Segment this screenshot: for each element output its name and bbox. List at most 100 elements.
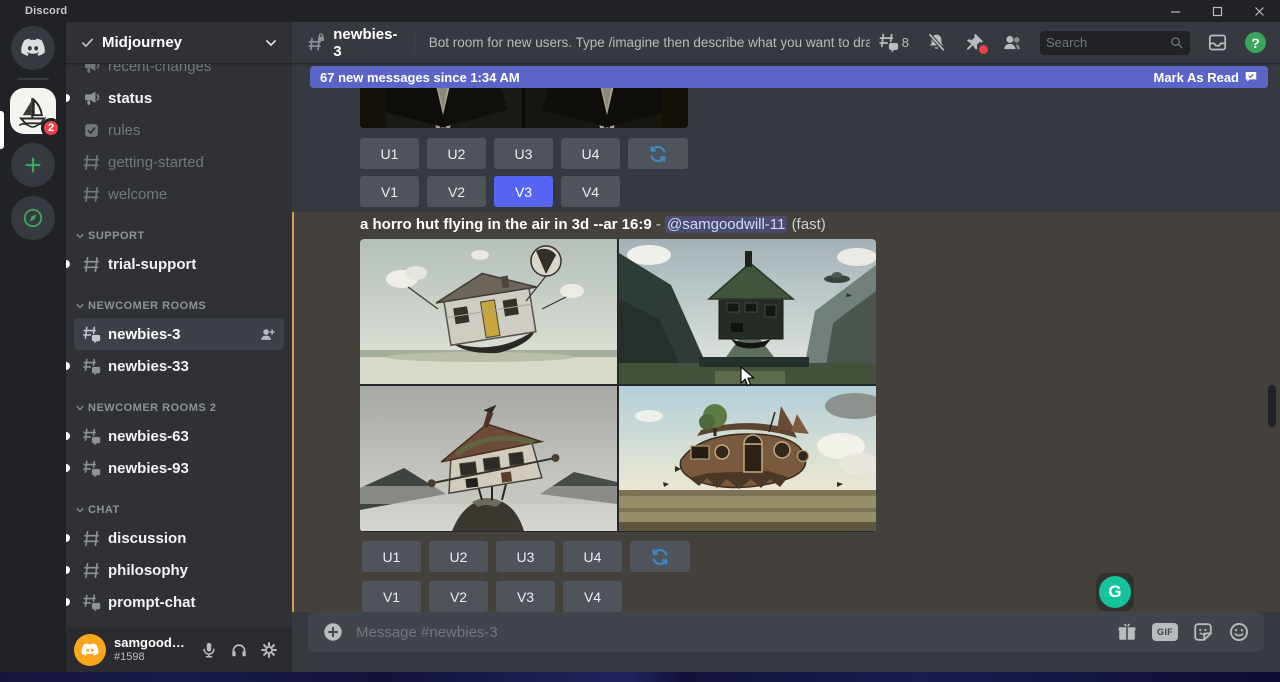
sidebar-item-newbies-93[interactable]: newbies-93: [74, 452, 284, 484]
server-rail: 2: [0, 22, 66, 672]
sticker-picker-button[interactable]: [1192, 621, 1214, 643]
image-airship-house[interactable]: [619, 386, 876, 531]
sidebar-item-newbies-33[interactable]: newbies-33: [74, 350, 284, 382]
inbox-button[interactable]: [1207, 32, 1228, 53]
u1-button[interactable]: U1: [360, 138, 419, 169]
message-input-bar[interactable]: GIF: [308, 612, 1264, 652]
pinned-messages-button[interactable]: [964, 32, 985, 53]
v2-button[interactable]: V2: [427, 176, 486, 207]
gif-picker-button[interactable]: GIF: [1152, 623, 1178, 641]
emoji-picker-button[interactable]: [1228, 621, 1250, 643]
category-newcomer-rooms-2[interactable]: NEWCOMER ROOMS 2: [74, 396, 284, 420]
deafen-button[interactable]: [224, 635, 254, 665]
reroll-button[interactable]: [628, 138, 688, 169]
mark-as-read-label: Mark As Read: [1154, 70, 1240, 85]
airship-house-art: [619, 386, 876, 531]
sidebar-item-newbies-3[interactable]: newbies-3: [74, 318, 284, 350]
sidebar-item-welcome[interactable]: welcome: [74, 178, 284, 210]
refresh-icon: [650, 547, 670, 567]
sidebar-item-discussion[interactable]: discussion: [74, 522, 284, 554]
sidebar-item-prompt-chat[interactable]: prompt-chat: [74, 586, 284, 618]
server-icon-midjourney[interactable]: 2: [10, 88, 56, 134]
user-mention[interactable]: @samgoodwill-11: [665, 216, 787, 233]
image-valley-house[interactable]: [619, 239, 876, 384]
chevron-down-icon: [75, 505, 85, 515]
plus-icon: [22, 154, 44, 176]
message-current: a horro hut flying in the air in 3d --ar…: [292, 212, 1280, 612]
sidebar-item-philosophy[interactable]: philosophy: [74, 554, 284, 586]
generated-image-grid[interactable]: [360, 239, 876, 532]
sidebar-item-newbies-63[interactable]: newbies-63: [74, 420, 284, 452]
message-input[interactable]: [356, 624, 1104, 641]
mute-mic-button[interactable]: [194, 635, 224, 665]
u3-button[interactable]: U3: [496, 541, 555, 572]
sidebar-item-status[interactable]: status: [74, 82, 284, 114]
channel-topic[interactable]: Bot room for new users. Type /imagine th…: [429, 35, 870, 50]
v4-button[interactable]: V4: [561, 176, 620, 207]
category-label: SUPPORT: [88, 230, 145, 242]
notification-settings-button[interactable]: [926, 32, 947, 53]
v1-button[interactable]: V1: [362, 581, 421, 612]
window-minimize-button[interactable]: [1154, 0, 1196, 22]
inbox-icon: [1207, 32, 1228, 53]
microphone-icon: [200, 641, 218, 659]
member-list-button[interactable]: [1002, 32, 1023, 53]
hash-lock-icon: [306, 32, 325, 53]
category-support[interactable]: SUPPORT: [74, 224, 284, 248]
bell-slash-icon: [926, 32, 947, 53]
search-box[interactable]: [1040, 31, 1190, 55]
mention-badge: 2: [41, 118, 61, 138]
headphones-icon: [230, 641, 248, 659]
add-server-button[interactable]: [11, 143, 55, 187]
u4-button[interactable]: U4: [561, 138, 620, 169]
user-settings-button[interactable]: [254, 635, 284, 665]
u1-button[interactable]: U1: [362, 541, 421, 572]
chevron-down-icon: [264, 36, 278, 50]
category-label: NEWCOMER ROOMS 2: [88, 402, 216, 414]
u4-button[interactable]: U4: [563, 541, 622, 572]
chevron-down-icon: [75, 403, 85, 413]
server-header[interactable]: Midjourney: [66, 22, 292, 64]
new-messages-bar[interactable]: 67 new messages since 1:34 AM Mark As Re…: [310, 66, 1268, 88]
window-maximize-button[interactable]: [1196, 0, 1238, 22]
u2-button[interactable]: U2: [429, 541, 488, 572]
home-button[interactable]: [11, 26, 55, 70]
sidebar-item-recent-changes[interactable]: recent-changes: [74, 64, 284, 82]
hash-thread-icon: [82, 459, 101, 478]
v3-button-active[interactable]: V3: [494, 176, 553, 207]
category-chat[interactable]: CHAT: [74, 498, 284, 522]
help-button[interactable]: ?: [1245, 32, 1266, 53]
attach-plus-icon[interactable]: [322, 621, 344, 643]
hash-thread-icon: [82, 325, 101, 344]
sidebar-item-getting-started[interactable]: getting-started: [74, 146, 284, 178]
sidebar-item-partial[interactable]: [74, 618, 284, 627]
create-invite-icon[interactable]: [259, 326, 276, 343]
reroll-button[interactable]: [630, 541, 690, 572]
v1-button[interactable]: V1: [360, 176, 419, 207]
v2-button[interactable]: V2: [429, 581, 488, 612]
explore-servers-button[interactable]: [11, 196, 55, 240]
image-crooked-house[interactable]: [360, 386, 617, 531]
search-input[interactable]: [1046, 35, 1169, 50]
category-label: NEWCOMER ROOMS: [88, 300, 206, 312]
v4-button[interactable]: V4: [563, 581, 622, 612]
message-scroller[interactable]: 67 new messages since 1:34 AM Mark As Re…: [292, 64, 1280, 612]
grammarly-widget[interactable]: G: [1096, 573, 1134, 611]
hash-icon: [82, 185, 101, 204]
sidebar-item-rules[interactable]: rules: [74, 114, 284, 146]
chat-scrollbar-thumb[interactable]: [1268, 385, 1276, 427]
category-newcomer-rooms[interactable]: NEWCOMER ROOMS: [74, 294, 284, 318]
sidebar-item-trial-support[interactable]: trial-support: [74, 248, 284, 280]
v3-button[interactable]: V3: [496, 581, 555, 612]
u2-button[interactable]: U2: [427, 138, 486, 169]
window-close-button[interactable]: [1238, 0, 1280, 22]
maximize-icon: [1212, 6, 1223, 17]
gift-button[interactable]: [1116, 621, 1138, 643]
image-balloon-house[interactable]: [360, 239, 617, 384]
avatar[interactable]: [74, 634, 106, 666]
u3-button[interactable]: U3: [494, 138, 553, 169]
hash-icon: [82, 561, 101, 580]
mark-as-read-button[interactable]: Mark As Read: [1154, 70, 1259, 85]
threads-button[interactable]: 8: [878, 32, 909, 53]
os-taskbar[interactable]: [0, 672, 1280, 682]
